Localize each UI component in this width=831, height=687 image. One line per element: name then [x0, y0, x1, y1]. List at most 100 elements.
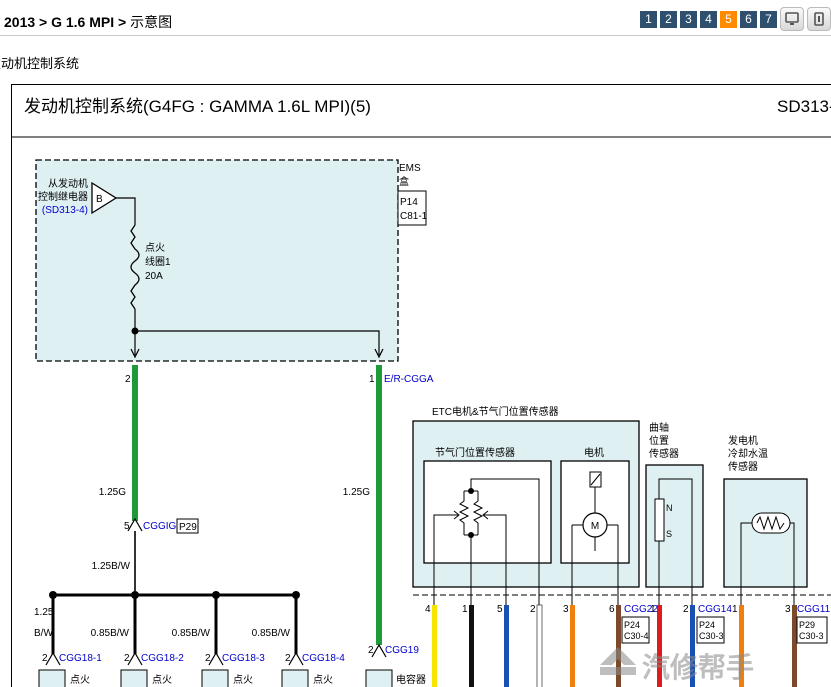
green-wire-left [132, 365, 138, 521]
coolant-label-2: 冷却水温 [728, 447, 768, 460]
ems-pin-right: 1 [369, 374, 375, 385]
cggign-conn: P29 [179, 522, 197, 533]
pin-label-10: 3 [785, 604, 791, 615]
crank-label-3: 传感器 [649, 447, 679, 460]
monitor-icon [785, 12, 799, 25]
diagram-title: 发动机控制系统(G4FG : GAMMA 1.6L MPI)(5) [24, 97, 371, 116]
pin-label-2: 1 [462, 604, 468, 615]
cggign-pin: 5 [124, 521, 130, 532]
branch-1-pin: 2 [42, 653, 48, 664]
branch-1-conn[interactable]: CGG18-1 [59, 653, 102, 664]
cgg11-c: C30-3 [799, 631, 824, 641]
watermark-text: 汽修帮手 [642, 652, 754, 683]
watermark-logo-bar [600, 667, 636, 675]
page-button-5[interactable]: 5 [720, 11, 737, 28]
output-wire-2 [469, 605, 474, 687]
wiring-diagram-sheet: 发动机控制系统(G4FG : GAMMA 1.6L MPI)(5) SD313-… [11, 84, 831, 687]
branch-4-connector [288, 651, 304, 666]
coolant-label-1: 发电机 [728, 434, 758, 447]
crank-n: N [666, 503, 673, 513]
ems-connector-c: C81-1 [400, 211, 428, 222]
branch-2-coil-box [120, 669, 148, 687]
cgg19-pin: 2 [368, 645, 374, 656]
motor-label: 电机 [584, 446, 604, 459]
branch-1-coil-box [38, 669, 66, 687]
relay-pin: B [96, 194, 103, 205]
cggign-connector-symbol [127, 517, 143, 532]
branch-1-wire-label-a: 1.25 [34, 607, 54, 618]
fuse-label-2: 线圈1 [145, 255, 171, 268]
monitor-button[interactable] [780, 7, 804, 31]
relay-label-2: 控制继电器 [38, 190, 88, 203]
branch-3-connector [208, 651, 224, 666]
bw-wire-label: 1.25B/W [92, 561, 131, 572]
top-toolbar: 2013 > G 1.6 MPI > 示意图 1 2 3 4 5 6 7 [0, 0, 831, 36]
watermark: 汽修帮手 [600, 647, 754, 683]
pin-label-5: 3 [563, 604, 569, 615]
motor-letter: M [591, 521, 599, 532]
ems-right-connector[interactable]: E/R-CGGA [384, 374, 434, 385]
page-button-6[interactable]: 6 [740, 11, 757, 28]
branch-4-label: 点火 [313, 674, 333, 686]
wire-left-label: 1.25G [99, 487, 126, 498]
info-icon [814, 12, 824, 26]
cgg22-c: C30-4 [624, 631, 649, 641]
ems-label-box: 盒 [399, 175, 409, 188]
cgg19-conn[interactable]: CGG19 [385, 645, 419, 656]
page-button-1[interactable]: 1 [640, 11, 657, 28]
pin-label-6: 6 [609, 604, 615, 615]
tps-label: 节气门位置传感器 [435, 446, 515, 459]
coolant-label-3: 传感器 [728, 460, 758, 473]
crank-label-1: 曲轴 [649, 421, 669, 434]
diagram-code: SD313-5 [777, 97, 831, 116]
breadcrumb-current: 示意图 [130, 14, 173, 30]
branch-4-pin: 2 [285, 653, 291, 664]
crank-label-2: 位置 [649, 434, 669, 447]
branch-3-coil-box [201, 669, 229, 687]
page-button-2[interactable]: 2 [660, 11, 677, 28]
pin-label-9: 1 [732, 604, 738, 615]
info-button[interactable] [807, 7, 831, 31]
cgg11-conn[interactable]: CGG11 [797, 604, 831, 615]
capacitor-label: 电容器 [396, 673, 426, 686]
breadcrumb: 2013 > G 1.6 MPI > 示意图 [4, 12, 172, 32]
cgg14-c: C30-3 [699, 631, 724, 641]
pin-label-3: 5 [497, 604, 503, 615]
branch-3-wire-label: 0.85B/W [172, 628, 211, 639]
crank-s: S [666, 529, 672, 539]
output-wire-4 [536, 604, 543, 687]
branch-1-label: 点火 [70, 674, 90, 686]
fuse-label-1: 点火 [145, 242, 165, 254]
branch-3-conn[interactable]: CGG18-3 [222, 653, 265, 664]
thermistor-icon [751, 512, 791, 534]
branch-4-wire-label: 0.85B/W [252, 628, 291, 639]
page-button-3[interactable]: 3 [680, 11, 697, 28]
branch-4-conn[interactable]: CGG18-4 [302, 653, 345, 664]
breadcrumb-path[interactable]: 2013 > G 1.6 MPI > [4, 14, 126, 30]
branch-2-pin: 2 [124, 653, 130, 664]
cgg14-p: P24 [699, 620, 715, 630]
page-button-4[interactable]: 4 [700, 11, 717, 28]
branch-4-coil-box [281, 669, 309, 687]
branch-2-wire-label: 0.85B/W [91, 628, 130, 639]
cgg14-conn[interactable]: CGG14 [698, 604, 732, 615]
branch-3-label: 点火 [233, 674, 253, 686]
branch-2-label: 点火 [152, 674, 172, 686]
page-navigator: 1 2 3 4 5 6 7 [640, 7, 831, 31]
output-wire-5 [570, 605, 575, 687]
capacitor-box [365, 669, 393, 687]
pin-label-1: 4 [425, 604, 431, 615]
page-button-7[interactable]: 7 [760, 11, 777, 28]
etc-title: ETC电机&节气门位置传感器 [432, 405, 559, 418]
branch-1-connector [45, 651, 61, 666]
branch-2-conn[interactable]: CGG18-2 [141, 653, 184, 664]
output-wire-3 [504, 605, 509, 687]
cgg11-p: P29 [799, 620, 815, 630]
branch-2-connector [127, 651, 143, 666]
output-wire-1 [432, 605, 437, 687]
cgg22-conn[interactable]: CGG22 [624, 604, 658, 615]
ems-pin-left: 2 [125, 374, 131, 385]
wiring-diagram: 发动机控制系统(G4FG : GAMMA 1.6L MPI)(5) SD313-… [12, 97, 831, 687]
relay-label-ref[interactable]: (SD313-4) [42, 205, 88, 216]
crank-magnet [654, 498, 665, 542]
